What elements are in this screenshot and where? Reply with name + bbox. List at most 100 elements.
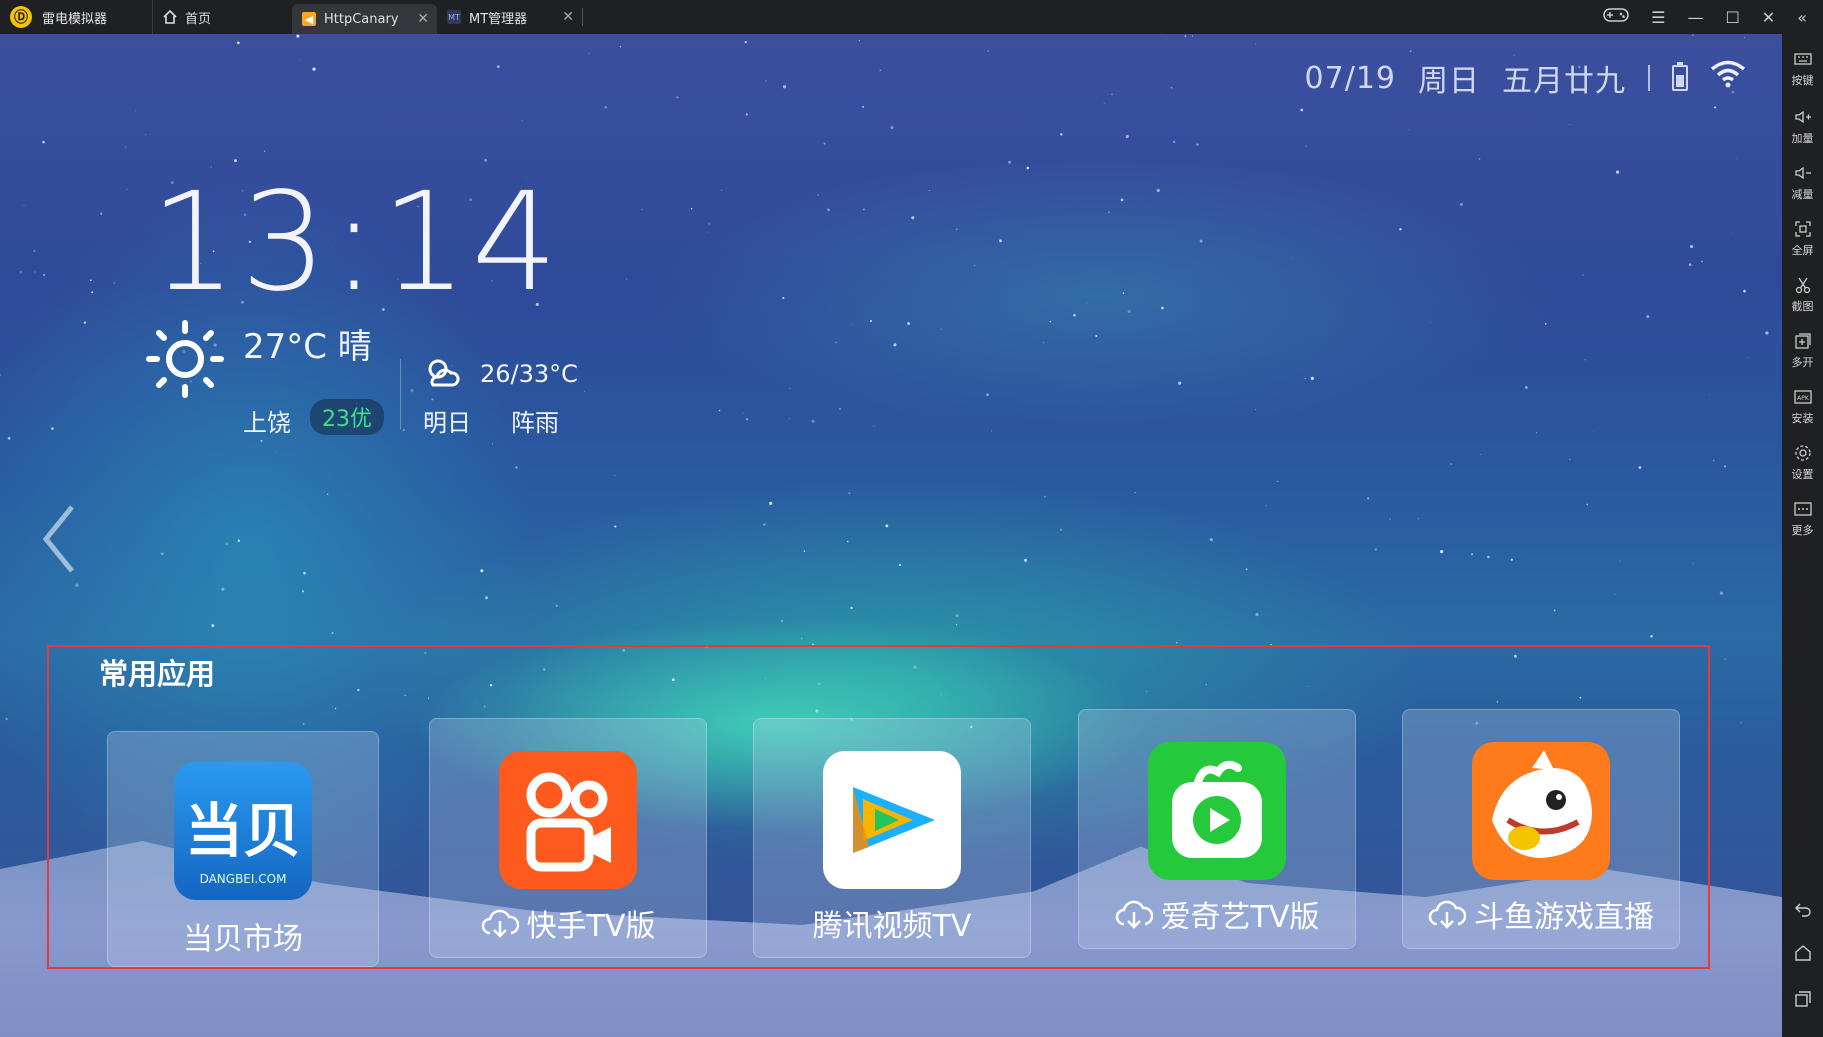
close-tab-icon[interactable]: ✕ xyxy=(562,9,574,25)
tab-label: MT管理器 xyxy=(469,11,528,27)
star xyxy=(260,439,263,442)
toolbar-fullscreen[interactable]: 全屏 xyxy=(1782,220,1823,258)
star xyxy=(1103,103,1105,105)
app-card-tencent-video[interactable]: 腾讯视频TV xyxy=(753,718,1031,958)
star xyxy=(1095,335,1098,337)
star xyxy=(7,436,11,440)
star xyxy=(1156,188,1160,193)
star xyxy=(1111,93,1113,96)
toolbar-home[interactable] xyxy=(1782,944,1823,966)
tab-httpcanary[interactable]: ◀ HttpCanary ✕ xyxy=(292,4,437,34)
star xyxy=(817,194,819,196)
toolbar-keymap[interactable]: 按键 xyxy=(1782,50,1823,88)
star xyxy=(1255,43,1256,45)
star xyxy=(604,106,608,109)
tab-home[interactable]: 首页 xyxy=(152,0,292,34)
mt-manager-icon: MT xyxy=(447,10,461,24)
app-card-douyu[interactable]: 斗鱼游戏直播 xyxy=(1402,709,1680,949)
app-label: 爱奇艺TV版 xyxy=(1079,892,1355,938)
lunar-date: 五月廿九 xyxy=(1502,64,1626,99)
maximize-icon[interactable]: ☐ xyxy=(1725,8,1739,27)
star xyxy=(23,205,25,207)
star xyxy=(718,409,721,412)
keyboard-icon xyxy=(1793,53,1812,65)
collapse-icon[interactable]: « xyxy=(1797,8,1807,27)
star xyxy=(974,264,976,266)
star xyxy=(1714,106,1717,109)
cloud-download-icon xyxy=(1115,900,1153,938)
menu-icon[interactable]: ☰ xyxy=(1651,8,1665,27)
toolbar-install-apk[interactable]: APK 安装 xyxy=(1782,388,1823,426)
star xyxy=(708,222,711,225)
star xyxy=(781,619,783,622)
weather-divider xyxy=(400,359,401,429)
scissors-icon xyxy=(1795,277,1810,294)
star xyxy=(327,493,329,495)
star xyxy=(1165,39,1167,40)
star xyxy=(873,426,875,428)
toolbar-more[interactable]: 更多 xyxy=(1782,500,1823,538)
current-temperature: 27°C 晴 xyxy=(243,327,372,367)
tomorrow-temperature-range: 26/33°C xyxy=(480,360,578,388)
tab-mt-manager[interactable]: MT MT管理器 ✕ xyxy=(437,0,582,34)
minimize-icon[interactable]: — xyxy=(1687,8,1703,27)
iqiyi-icon xyxy=(1148,742,1286,880)
tencent-video-icon xyxy=(823,751,961,889)
star xyxy=(1255,612,1259,617)
toolbar-volume-up[interactable]: 加量 xyxy=(1782,108,1823,146)
close-tab-icon[interactable]: ✕ xyxy=(417,11,429,27)
star xyxy=(690,208,693,210)
star xyxy=(492,443,493,445)
toolbar-recents[interactable] xyxy=(1782,990,1823,1012)
app-label-text: 爱奇艺TV版 xyxy=(1160,900,1320,935)
toolbar-label: 加量 xyxy=(1791,132,1814,145)
aqi-badge: 23优 xyxy=(310,399,384,435)
star xyxy=(555,604,558,607)
star xyxy=(480,569,484,573)
star xyxy=(928,190,930,191)
star xyxy=(847,540,849,543)
star xyxy=(955,614,959,617)
star xyxy=(1254,408,1256,410)
star xyxy=(823,142,826,145)
star xyxy=(863,208,865,211)
star xyxy=(1049,320,1052,323)
star xyxy=(301,590,305,593)
star xyxy=(769,501,773,506)
star xyxy=(263,150,266,152)
star xyxy=(1690,244,1694,249)
star xyxy=(1615,170,1620,174)
toolbar-back[interactable] xyxy=(1782,900,1823,922)
star xyxy=(1701,260,1704,263)
fullscreen-icon xyxy=(1794,221,1811,237)
star xyxy=(300,59,302,61)
star xyxy=(1172,140,1176,144)
star xyxy=(1276,480,1279,483)
app-card-dangbei[interactable]: 当贝 DANGBEI.COM 当贝市场 xyxy=(107,731,379,967)
status-divider xyxy=(1648,65,1650,91)
gear-icon xyxy=(1794,445,1811,461)
toolbar-screenshot[interactable]: 截图 xyxy=(1782,276,1823,314)
star xyxy=(1374,548,1377,551)
chevron-left-icon[interactable] xyxy=(38,499,80,579)
emulator-screen[interactable]: 07/19 周日 五月廿九 13:14 27°C 晴 上饶 23优 26/33°… xyxy=(0,34,1782,1037)
star xyxy=(521,120,523,121)
star xyxy=(1480,454,1481,455)
app-card-kuaishou[interactable]: 快手TV版 xyxy=(429,718,707,958)
gamepad-icon[interactable] xyxy=(1603,7,1629,27)
star xyxy=(827,208,830,212)
star xyxy=(1732,233,1734,235)
app-card-iqiyi[interactable]: 爱奇艺TV版 xyxy=(1078,709,1356,949)
star xyxy=(1450,462,1453,466)
star xyxy=(0,374,2,376)
toolbar-multi-instance[interactable]: 多开 xyxy=(1782,332,1823,370)
star xyxy=(331,631,334,635)
toolbar-settings[interactable]: 设置 xyxy=(1782,444,1823,482)
star xyxy=(1712,459,1715,462)
toolbar-volume-down[interactable]: 减量 xyxy=(1782,164,1823,202)
star xyxy=(1245,568,1248,571)
close-icon[interactable]: ✕ xyxy=(1762,8,1775,27)
home-icon xyxy=(163,10,177,24)
tomorrow-label: 明日 xyxy=(423,409,471,437)
star xyxy=(34,271,36,273)
